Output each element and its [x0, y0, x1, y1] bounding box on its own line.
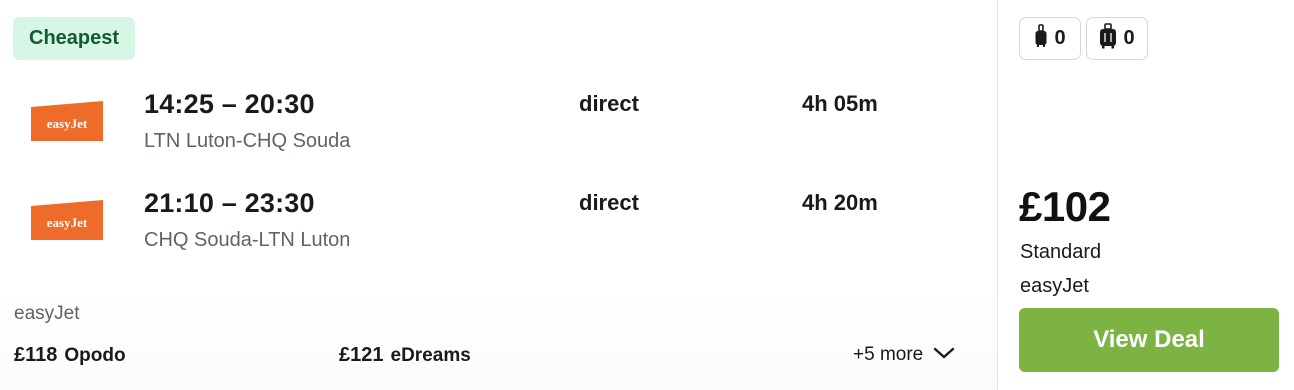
more-deals-toggle[interactable]: +5 more	[853, 344, 955, 366]
leg-duration: 4h 20m	[802, 190, 878, 215]
leg-route: LTN Luton-CHQ Souda	[144, 130, 351, 152]
carry-on-bag-icon	[1099, 23, 1117, 54]
cheapest-badge: Cheapest	[13, 17, 136, 60]
personal-bag-icon	[1034, 24, 1048, 53]
alt-price: £121	[339, 344, 384, 366]
operating-airline: easyJet	[14, 303, 80, 324]
airline-logo: easyJet	[31, 101, 103, 141]
leg-times: 14:25 – 20:30	[144, 89, 315, 119]
deal-price: £102	[1019, 183, 1111, 230]
more-deals-label: +5 more	[853, 344, 924, 365]
leg-stops: direct	[579, 91, 639, 116]
personal-bag-count[interactable]: 0	[1019, 17, 1081, 60]
leg-stops: direct	[579, 190, 639, 215]
airline-logo: easyJet	[31, 200, 103, 240]
alt-price: £118	[14, 344, 58, 366]
personal-bag-number: 0	[1054, 27, 1066, 49]
svg-text:easyJet: easyJet	[47, 215, 88, 230]
alternative-price-edreams[interactable]: £121 eDreams	[339, 344, 471, 367]
alternative-price-opodo[interactable]: £118 Opodo	[14, 344, 126, 367]
easyjet-logo-icon: easyJet	[31, 200, 103, 240]
footer-background	[0, 290, 997, 390]
leg-route: CHQ Souda-LTN Luton	[144, 229, 351, 251]
chevron-down-icon	[933, 344, 955, 366]
card-divider	[997, 0, 998, 390]
svg-text:easyJet: easyJet	[47, 116, 88, 131]
easyjet-logo-icon: easyJet	[31, 101, 103, 141]
leg-duration: 4h 05m	[802, 91, 878, 116]
leg-times: 21:10 – 23:30	[144, 188, 315, 218]
alt-site: eDreams	[390, 345, 471, 366]
fare-type: Standard	[1020, 241, 1102, 263]
carry-on-bag-number: 0	[1123, 27, 1135, 49]
flight-result-card[interactable]: Cheapest easyJet 14:25 – 20:30 LTN Luton…	[0, 0, 1294, 390]
carry-on-bag-count[interactable]: 0	[1086, 17, 1148, 60]
view-deal-button[interactable]: View Deal	[1019, 308, 1279, 372]
deal-seller: easyJet	[1020, 275, 1089, 297]
alt-site: Opodo	[64, 345, 126, 366]
